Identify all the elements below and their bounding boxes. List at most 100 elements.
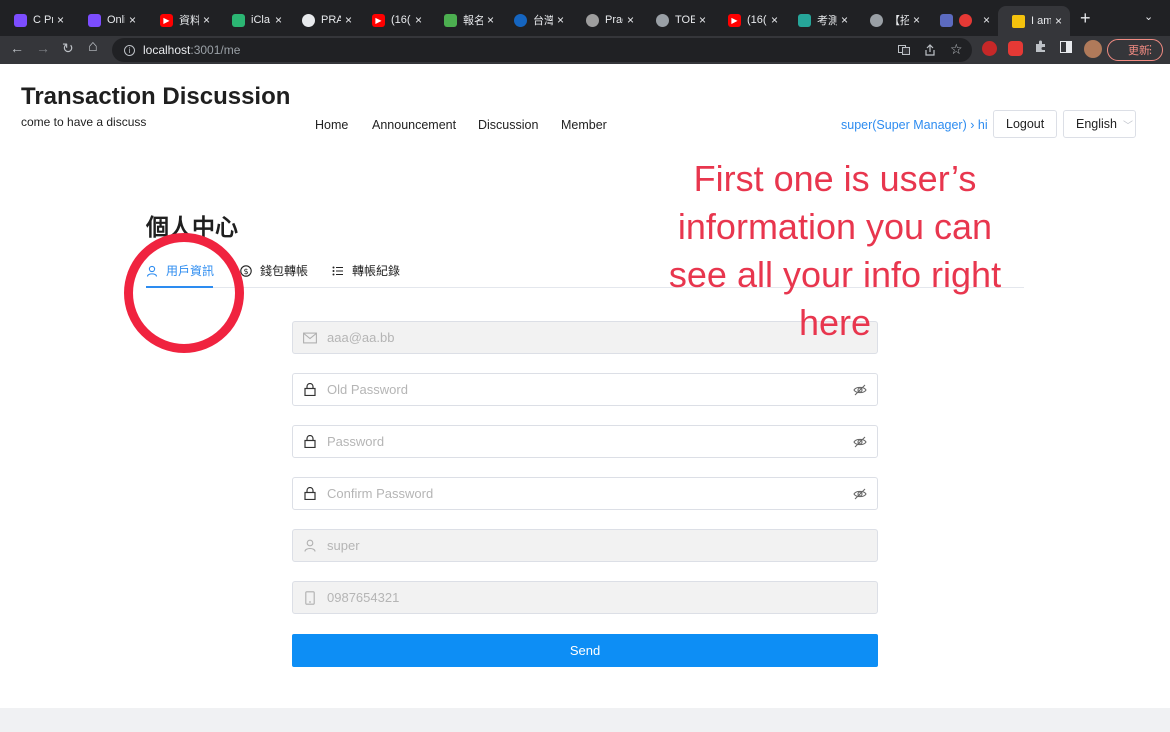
forward-arrow-icon[interactable]: → [36,40,50,56]
profile-avatar[interactable] [1084,40,1102,58]
tab-close-icon[interactable]: × [983,13,990,27]
language-select[interactable]: English ﹀ [1063,110,1136,138]
confirm-password-field[interactable] [292,477,878,510]
tab-favicon-icon [514,13,527,27]
share-icon[interactable] [924,44,936,59]
tab-close-icon[interactable]: × [487,13,494,27]
nav-home[interactable]: Home [315,118,348,132]
browser-tab[interactable]: ▶ 資料 × [146,6,218,34]
translate-icon[interactable] [898,44,910,59]
eye-hidden-icon[interactable] [853,487,867,501]
tab-close-icon[interactable]: × [203,13,210,27]
username-field[interactable] [292,529,878,562]
mail-icon [303,331,317,345]
dollar-icon: $ [240,264,252,277]
ublock-extension-icon[interactable] [982,41,997,56]
tab-wallet-transfer[interactable]: $ 錢包轉帳 [240,262,308,279]
tab-close-icon[interactable]: × [57,13,64,27]
tab-close-icon[interactable]: × [415,13,422,27]
browser-tab[interactable]: ▶ (16(× [714,6,786,34]
lock-icon [303,435,317,449]
site-subtitle: come to have a discuss [21,115,147,129]
extension-icon[interactable] [1008,41,1023,56]
browser-tab-bar: C Pr × Onli × ▶ 資料 × iCla × PRA × ▶ (16(× 報名 × 台… [0,0,1170,36]
browser-tab[interactable]: 報名 × [430,6,502,34]
tab-search-chevron-icon[interactable]: ⌄ [1144,10,1153,23]
password-input[interactable] [327,434,853,449]
browser-tab[interactable]: PRA × [288,6,360,34]
chevron-down-icon: ﹀ [1123,120,1133,132]
confirm-password-input[interactable] [327,486,853,501]
url-host: localhost [143,43,191,57]
old-password-input[interactable] [327,382,853,397]
nav-announcement[interactable]: Announcement [372,118,456,132]
tab-close-icon[interactable]: × [129,13,136,27]
browser-tab[interactable]: Prac× [572,6,642,34]
lock-icon [303,383,317,397]
site-title: Transaction Discussion [21,83,291,110]
annotation-text: First one is user’s information you can … [668,158,1002,343]
tab-favicon-icon [586,13,599,27]
send-button[interactable]: Send [292,634,878,667]
tab-favicon-icon [1012,14,1025,28]
puzzle-extensions-icon[interactable] [1034,40,1047,56]
back-arrow-icon[interactable]: ← [10,40,24,56]
browser-tab-active[interactable]: I am × [998,6,1070,36]
old-password-field[interactable] [292,373,878,406]
site-info-icon[interactable]: i [124,44,135,56]
browser-tab[interactable]: C Pr × [0,6,72,34]
browser-tab[interactable]: × [926,6,998,34]
youtube-icon: ▶ [728,13,741,27]
tab-close-icon[interactable]: × [913,13,920,27]
tab-close-icon[interactable]: × [1055,14,1062,28]
tab-favicon-icon [14,13,27,27]
browser-toolbar: ← → ↻ ⌂ i localhost:3001/me ☆ 更新 ⋮ [0,36,1170,64]
tab-favicon-icon [88,13,101,27]
browser-tab[interactable]: iCla × [218,6,290,34]
address-bar[interactable]: i localhost:3001/me ☆ [112,38,972,62]
current-user-link[interactable]: super(Super Manager) › hi [841,118,988,132]
tab-favicon-icon [798,13,811,27]
lock-icon [303,487,317,501]
nav-member[interactable]: Member [561,118,607,132]
tab-close-icon[interactable]: × [275,13,282,27]
page-footer [0,708,1170,732]
browser-tab[interactable]: 考測 × [784,6,856,34]
tab-close-icon[interactable]: × [345,13,352,27]
eye-hidden-icon[interactable] [853,383,867,397]
phone-input [327,590,877,605]
tab-favicon-icon [444,13,457,27]
password-field[interactable] [292,425,878,458]
globe-icon [656,13,669,27]
tab-transfer-history[interactable]: 轉帳紀錄 [332,262,400,279]
highlight-circle [124,233,244,353]
logout-button[interactable]: Logout [993,110,1058,138]
tab-close-icon[interactable]: × [771,13,778,27]
tab-close-icon[interactable]: × [699,13,706,27]
url-path: :3001/me [190,43,241,57]
phone-icon [303,590,317,605]
kebab-menu-icon: ⋮ [1145,44,1156,56]
nav-discussion[interactable]: Discussion [478,118,538,132]
home-icon[interactable]: ⌂ [88,38,98,56]
list-icon [332,265,344,277]
browser-tab[interactable]: Onli × [74,6,144,34]
tab-close-icon[interactable]: × [557,13,564,27]
tab-close-icon[interactable]: × [627,13,634,27]
github-icon [302,13,315,27]
browser-tab[interactable]: ▶ (16(× [358,6,430,34]
tab-favicon-icon [232,13,245,27]
new-tab-button[interactable]: + [1080,8,1091,29]
browser-tab[interactable]: TOE × [642,6,714,34]
update-button[interactable]: 更新 ⋮ [1107,39,1163,61]
tab-favicon-icon [940,13,953,27]
youtube-icon: ▶ [372,13,385,27]
eye-hidden-icon[interactable] [853,435,867,449]
browser-tab[interactable]: 台灣 × [500,6,572,34]
reload-icon[interactable]: ↻ [62,40,74,57]
browser-tab[interactable]: 【招 × [856,6,928,34]
side-panel-icon[interactable] [1060,41,1072,56]
phone-field[interactable] [292,581,878,614]
tab-close-icon[interactable]: × [841,13,848,27]
bookmark-star-icon[interactable]: ☆ [950,41,963,58]
